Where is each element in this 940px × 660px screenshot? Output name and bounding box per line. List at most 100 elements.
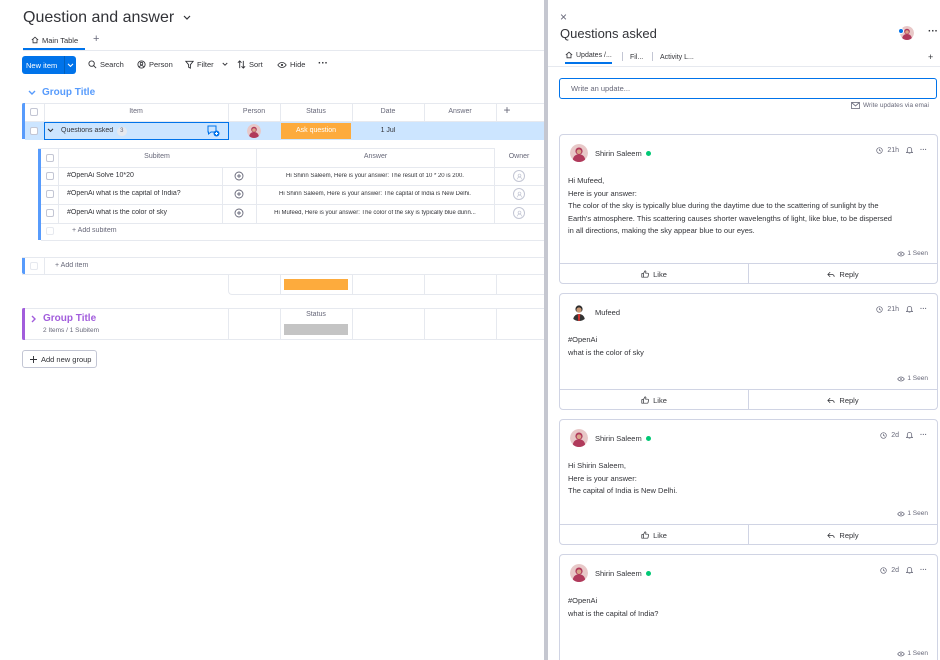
like-button[interactable]: Like [560, 264, 749, 283]
group-2-title[interactable]: Group Title [43, 313, 96, 324]
author-name[interactable]: Shirin Saleem [595, 434, 651, 443]
write-update-input[interactable]: Write an update... [559, 78, 937, 99]
subitem-answer[interactable]: Hi Shirin Saleem, Here is your answer: T… [258, 191, 492, 197]
owner-placeholder-icon[interactable] [513, 170, 525, 182]
subitem-col-header-answer[interactable]: Answer [256, 148, 495, 166]
chevron-down-icon[interactable] [65, 62, 76, 68]
add-update-icon[interactable] [206, 125, 220, 137]
group-1-title[interactable]: Group Title [42, 87, 95, 98]
tab-main-table[interactable]: Main Table [23, 32, 85, 50]
subitem-checkbox[interactable] [46, 209, 54, 217]
add-new-group-button[interactable]: Add new group [22, 350, 97, 368]
new-item-button[interactable]: New item [22, 56, 76, 74]
add-update-icon[interactable] [234, 208, 244, 218]
add-update-icon[interactable] [234, 189, 244, 199]
row-divider [41, 204, 546, 205]
seen-indicator[interactable]: 1 Seen [897, 650, 928, 657]
card-more-options[interactable]: ··· [920, 306, 927, 313]
group-2-status-summary-bar[interactable] [284, 324, 348, 335]
card-more-options[interactable]: ··· [920, 567, 927, 574]
author-avatar[interactable] [570, 429, 588, 447]
like-button[interactable]: Like [560, 525, 749, 544]
panel-more-options[interactable]: ··· [928, 26, 938, 37]
sort-button[interactable]: Sort [237, 60, 263, 69]
chevron-right-icon[interactable] [31, 315, 37, 323]
subitem-name[interactable]: #OpenAi what is the color of sky [67, 209, 221, 216]
col-header-answer[interactable]: Answer [424, 103, 496, 121]
panel-title[interactable]: Questions asked [560, 26, 657, 41]
subitem-checkbox[interactable] [46, 172, 54, 180]
owner-placeholder-icon[interactable] [513, 188, 525, 200]
bell-icon[interactable] [906, 146, 913, 154]
more-options-button[interactable]: ··· [318, 58, 328, 69]
date-cell[interactable]: 1 Jul [352, 127, 424, 134]
author-avatar[interactable] [570, 303, 588, 321]
subitem-answer[interactable]: Hi Mufeed, Here is your answer: The colo… [258, 210, 492, 216]
select-all-checkbox[interactable] [30, 108, 38, 116]
subitem-name[interactable]: #OpenAi what is the capital of India? [67, 190, 221, 197]
add-column-button[interactable]: + [496, 101, 518, 119]
bell-icon[interactable] [906, 305, 913, 313]
person-filter-button[interactable]: Person [137, 60, 173, 69]
reply-button[interactable]: Reply [749, 264, 937, 283]
chevron-down-icon[interactable] [183, 15, 191, 21]
author-name[interactable]: Shirin Saleem [595, 149, 651, 158]
home-icon [565, 51, 573, 59]
bell-icon[interactable] [906, 431, 913, 439]
subitem-checkbox[interactable] [46, 190, 54, 198]
owner-placeholder-icon[interactable] [513, 207, 525, 219]
write-updates-via-email-link[interactable]: Write updates via emai [851, 102, 929, 109]
tab-add[interactable]: + [928, 50, 933, 64]
like-button[interactable]: Like [560, 390, 749, 409]
seen-indicator[interactable]: 1 Seen [897, 510, 928, 517]
bell-icon[interactable] [906, 566, 913, 574]
item-name[interactable]: Questions asked 3 [61, 127, 127, 136]
seen-indicator[interactable]: 1 Seen [897, 375, 928, 382]
add-view-button[interactable]: + [93, 33, 99, 45]
subitem-answer[interactable]: Hi Shirin Saleem, Here is your answer: T… [258, 173, 492, 179]
row-checkbox[interactable] [30, 127, 38, 135]
tab-updates[interactable]: Updates /... [565, 50, 612, 64]
reply-button[interactable]: Reply [749, 390, 937, 409]
tab-files[interactable]: Fil... [630, 50, 643, 64]
author-name[interactable]: Shirin Saleem [595, 569, 651, 578]
chevron-down-icon[interactable] [28, 90, 36, 96]
col-header-item[interactable]: Item [44, 103, 228, 121]
status-cell-ask-question[interactable]: Ask question [281, 123, 351, 139]
add-item-button[interactable]: + Add item [55, 262, 88, 269]
subitems-select-all[interactable] [46, 154, 54, 162]
group-2-header[interactable]: Group Title [31, 313, 96, 324]
col-header-person[interactable]: Person [228, 103, 280, 121]
subitem-name[interactable]: #OpenAi Solve 10*20 [67, 172, 221, 179]
search-icon [88, 60, 97, 69]
tab-activity-log[interactable]: Activity L... [660, 50, 694, 64]
subitem-col-header-name[interactable]: Subitem [58, 148, 256, 166]
update-line: The capital of India is New Delhi. [568, 486, 678, 495]
chevron-down-icon[interactable] [222, 62, 228, 67]
author-avatar[interactable] [570, 144, 588, 162]
group-1-header[interactable]: Group Title [28, 87, 95, 98]
add-update-icon[interactable] [234, 171, 244, 181]
search-button[interactable]: Search [88, 60, 124, 69]
filter-button[interactable]: Filter [185, 60, 228, 69]
board-title[interactable]: Question and answer [23, 9, 191, 27]
group-2-col-header-status[interactable]: Status [280, 306, 352, 324]
status-summary-bar[interactable] [284, 279, 348, 290]
author-avatar[interactable] [570, 564, 588, 582]
group-2-color-bar [22, 308, 25, 340]
subitem-col-header-owner[interactable]: Owner [494, 148, 544, 166]
thumbs-up-icon [641, 396, 650, 404]
card-more-options[interactable]: ··· [920, 147, 927, 154]
add-subitem-checkbox [46, 227, 54, 235]
author-name[interactable]: Mufeed [595, 308, 620, 317]
card-more-options[interactable]: ··· [920, 432, 927, 439]
reply-button[interactable]: Reply [749, 525, 937, 544]
hide-button[interactable]: Hide [277, 60, 305, 69]
chevron-down-icon[interactable] [47, 128, 54, 133]
close-icon[interactable]: × [560, 11, 567, 23]
add-subitem-button[interactable]: + Add subitem [72, 227, 117, 234]
person-avatar[interactable] [247, 124, 261, 138]
seen-indicator[interactable]: 1 Seen [897, 250, 928, 257]
col-header-status[interactable]: Status [280, 103, 352, 121]
col-header-date[interactable]: Date [352, 103, 424, 121]
